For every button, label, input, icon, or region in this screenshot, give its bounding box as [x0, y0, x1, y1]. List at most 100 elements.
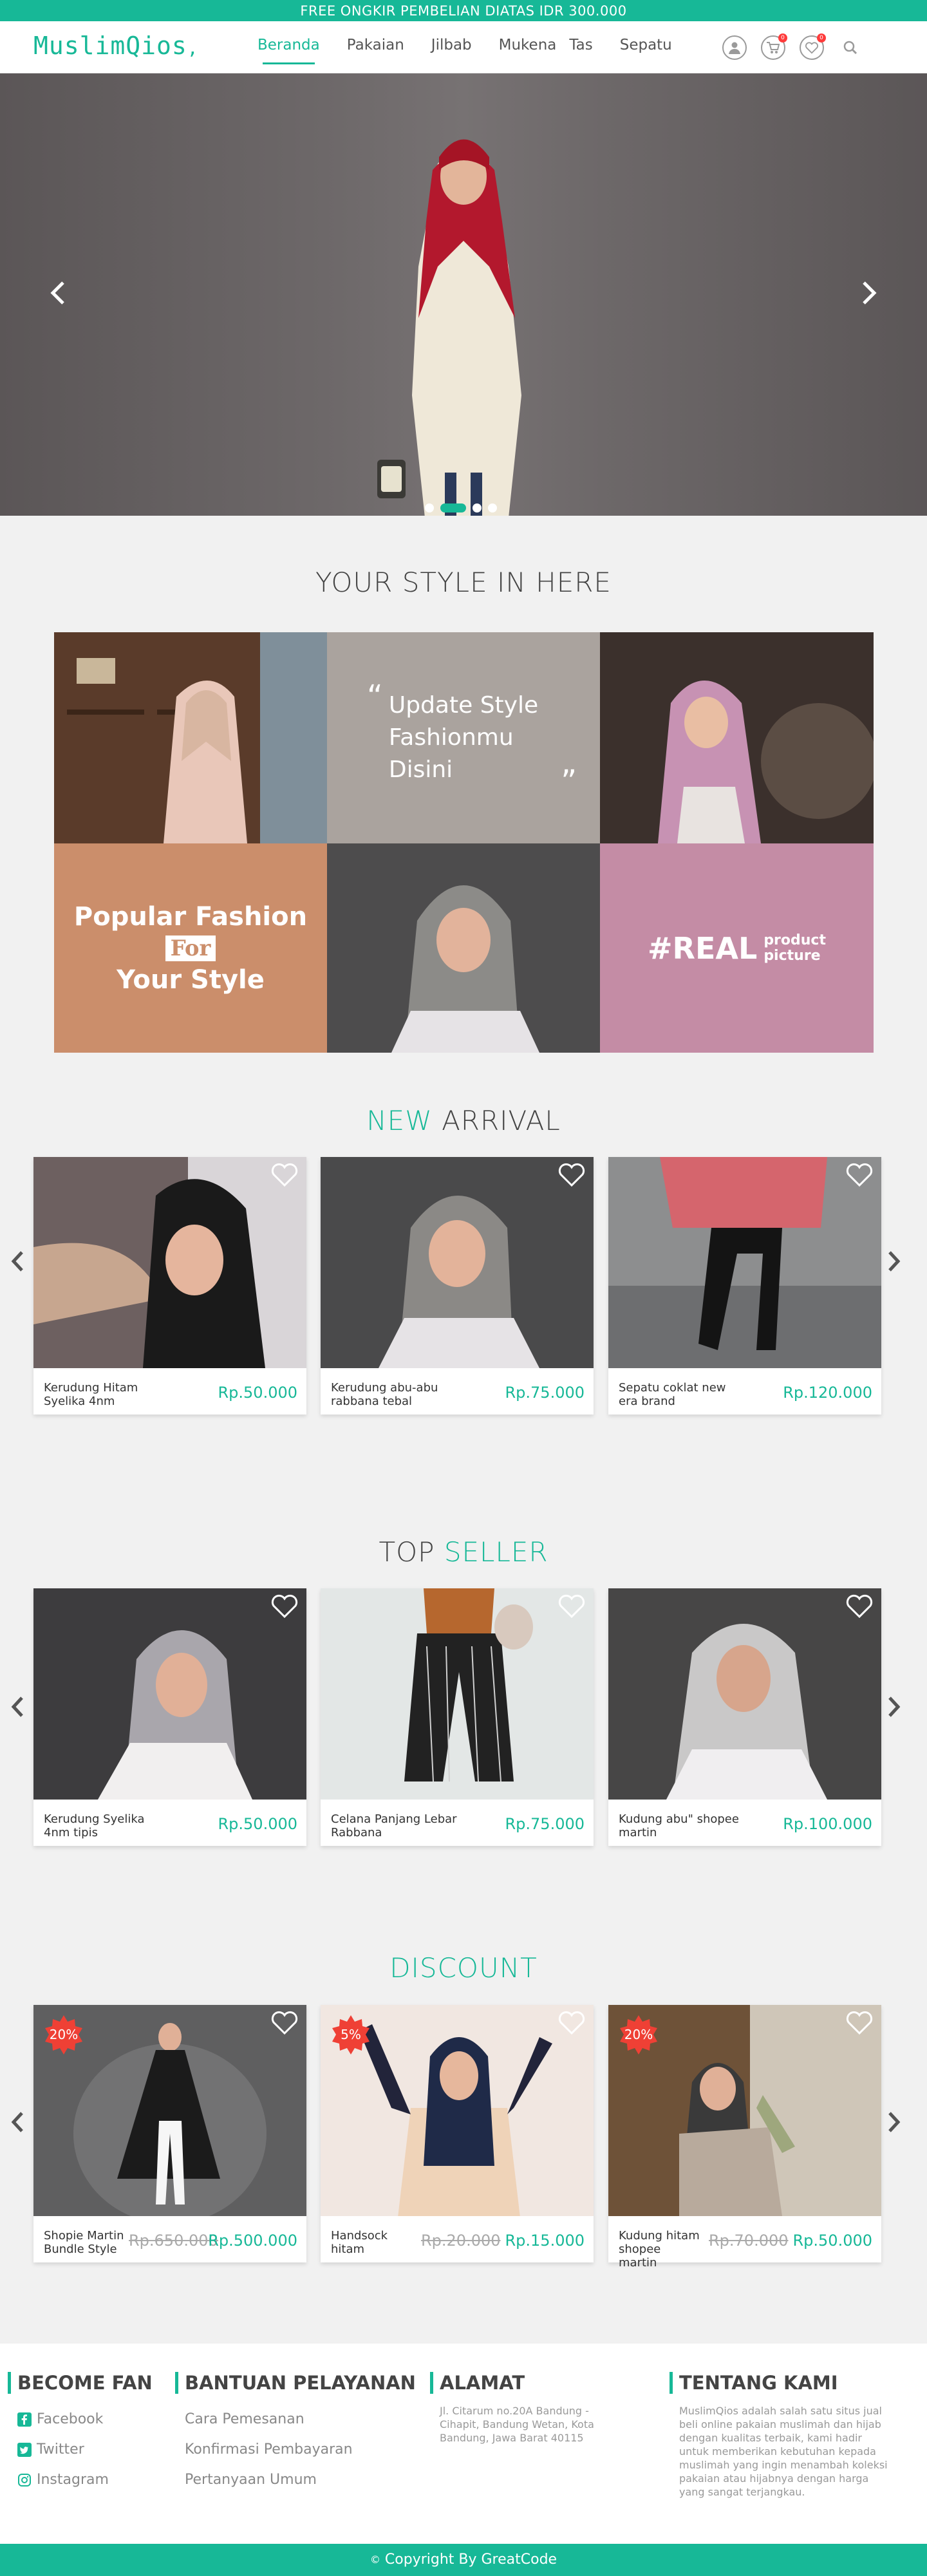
footer-address: ALAMAT Jl. Citarum no.20A Bandung - Ciha…: [430, 2372, 610, 2445]
product-image: [321, 1588, 594, 1800]
style-photo-2: [600, 632, 874, 843]
menu-item-beranda[interactable]: Beranda: [258, 21, 320, 73]
product-card[interactable]: Kerudung Hitam Syelika 4nm Rp.50.000: [33, 1157, 306, 1415]
top-seller-prev-arrow[interactable]: [8, 1694, 27, 1720]
facebook-link[interactable]: Facebook: [8, 2404, 162, 2434]
instagram-link[interactable]: Instagram: [8, 2465, 162, 2495]
promo-text: FREE ONGKIR PEMBELIAN DIATAS IDR 300.000: [300, 3, 627, 19]
discount-title-text: DISCOUNT: [389, 1952, 538, 1984]
product-old-price: Rp.20.000: [421, 2232, 501, 2250]
nav-icons: 0 0: [722, 33, 863, 60]
hero-next-arrow[interactable]: [857, 277, 881, 309]
pertanyaan-umum-link[interactable]: Pertanyaan Umum: [175, 2465, 420, 2495]
product-price: Rp.50.000: [218, 1384, 297, 1402]
product-name[interactable]: Kudung hitam shopee martin: [619, 2229, 702, 2270]
product-name[interactable]: Celana Panjang Lebar Rabbana: [331, 1812, 460, 1839]
cart-badge: 0: [778, 33, 787, 42]
product-card[interactable]: Celana Panjang Lebar Rabbana Rp.75.000: [321, 1588, 594, 1846]
heart-icon[interactable]: [557, 1594, 586, 1619]
product-card[interactable]: 20% Kudung hitam shopee martin Rp.70.000…: [608, 2005, 881, 2270]
product-name[interactable]: Kerudung Hitam Syelika 4nm: [44, 1381, 173, 1408]
popular-line-3: Your Style: [117, 964, 265, 995]
menu-item-jilbab[interactable]: Jilbab: [431, 21, 472, 73]
real-sub: product picture: [763, 932, 826, 964]
discount-badge-text: 20%: [624, 2027, 653, 2042]
menu-item-pakaian[interactable]: Pakaian: [347, 21, 404, 73]
discount-badge-text: 5%: [341, 2027, 361, 2042]
product-card[interactable]: 20% Shopie Martin Bundle Style Rp.650.00…: [33, 2005, 306, 2262]
top-seller-title: TOP SELLER: [0, 1536, 927, 1568]
footer-fan: BECOME FAN Facebook Twitter Instagram: [8, 2372, 162, 2495]
main-menu: Beranda Pakaian Jilbab Mukena Tas Sepatu: [258, 21, 699, 73]
new-arrival-rest: ARRIVAL: [442, 1105, 561, 1136]
footer-service: BANTUAN PELAYANAN Cara Pemesanan Konfirm…: [175, 2372, 420, 2495]
product-old-price: Rp.650.000: [129, 2232, 218, 2250]
heart-icon[interactable]: [270, 1594, 299, 1619]
top-seller-rest: TOP: [379, 1536, 435, 1568]
menu-item-mukena[interactable]: Mukena: [499, 21, 557, 73]
hero-dots: [425, 503, 497, 512]
footer: BECOME FAN Facebook Twitter Instagram BA…: [0, 2344, 927, 2544]
footer-address-title: ALAMAT: [430, 2372, 610, 2394]
product-card[interactable]: Sepatu coklat new era brand Rp.120.000: [608, 1157, 881, 1415]
twitter-link[interactable]: Twitter: [8, 2434, 162, 2465]
style-grid: “ Update Style Fashionmu Disini ” Popula…: [54, 632, 874, 1053]
product-image: [33, 1157, 306, 1368]
heart-icon[interactable]: [845, 2010, 874, 2036]
menu-item-tas[interactable]: Tas: [569, 21, 592, 73]
hero-prev-arrow[interactable]: [46, 277, 70, 309]
discount-badge: 20%: [617, 2014, 660, 2056]
twitter-label: Twitter: [37, 2441, 84, 2458]
top-seller-row: Kerudung Syelika 4nm tipis Rp.50.000 Cel…: [0, 1588, 927, 1846]
search-icon[interactable]: [838, 35, 863, 60]
popular-line-1: Popular Fashion: [73, 901, 308, 932]
konfirmasi-pembayaran-link[interactable]: Konfirmasi Pembayaran: [175, 2434, 420, 2465]
copyright-text: Copyright By GreatCode: [384, 2552, 557, 2568]
new-arrival-next-arrow[interactable]: [885, 1248, 904, 1274]
product-image: [608, 1157, 881, 1368]
product-name[interactable]: Handsock hitam: [331, 2229, 415, 2256]
top-seller-next-arrow[interactable]: [885, 1694, 904, 1720]
product-name[interactable]: Kerudung Syelika 4nm tipis: [44, 1812, 173, 1839]
product-card[interactable]: 5% Handsock hitam Rp.20.000 Rp.15.000: [321, 2005, 594, 2262]
product-price: Rp.120.000: [783, 1384, 872, 1402]
heart-icon[interactable]: [845, 1162, 874, 1188]
logo[interactable]: MuslimQios,: [33, 32, 199, 60]
instagram-label: Instagram: [37, 2472, 109, 2488]
hero-dot[interactable]: [425, 503, 434, 512]
cart-icon[interactable]: 0: [761, 33, 787, 60]
product-name[interactable]: Sepatu coklat new era brand: [619, 1381, 747, 1408]
popular-tile: Popular Fashion For Your Style: [54, 843, 327, 1053]
discount-next-arrow[interactable]: [885, 2109, 904, 2135]
footer-about-text: MuslimQios adalah salah satu situs jual …: [679, 2405, 888, 2498]
quote-open: “: [366, 679, 383, 715]
cara-pemesanan-link[interactable]: Cara Pemesanan: [175, 2404, 420, 2434]
wishlist-icon[interactable]: 0: [800, 33, 826, 60]
discount-badge: 20%: [42, 2014, 85, 2056]
heart-icon[interactable]: [845, 1594, 874, 1619]
product-image: [33, 1588, 306, 1800]
real-tile: #REAL product picture: [600, 843, 874, 1053]
discount-prev-arrow[interactable]: [8, 2109, 27, 2135]
user-icon[interactable]: [722, 35, 747, 60]
product-name[interactable]: Kerudung abu-abu rabbana tebal: [331, 1381, 460, 1408]
heart-icon[interactable]: [270, 1162, 299, 1188]
hero-dot-active[interactable]: [440, 503, 466, 512]
heart-icon[interactable]: [557, 2010, 586, 2036]
footer-fan-title: BECOME FAN: [8, 2372, 162, 2394]
heart-icon[interactable]: [270, 2010, 299, 2036]
product-card[interactable]: Kudung abu" shopee martin Rp.100.000: [608, 1588, 881, 1846]
heart-icon[interactable]: [557, 1162, 586, 1188]
menu-item-sepatu[interactable]: Sepatu: [620, 21, 672, 73]
product-card[interactable]: Kerudung abu-abu rabbana tebal Rp.75.000: [321, 1157, 594, 1415]
facebook-icon: [17, 2412, 32, 2427]
product-price: Rp.50.000: [218, 1815, 297, 1833]
product-card[interactable]: Kerudung Syelika 4nm tipis Rp.50.000: [33, 1588, 306, 1846]
product-name[interactable]: Shopie Martin Bundle Style: [44, 2229, 127, 2256]
hero-dot[interactable]: [488, 503, 497, 512]
new-arrival-prev-arrow[interactable]: [8, 1248, 27, 1274]
quote-line-1: Update Style: [388, 692, 539, 719]
product-old-price: Rp.70.000: [709, 2232, 789, 2250]
hero-dot[interactable]: [473, 503, 482, 512]
product-name[interactable]: Kudung abu" shopee martin: [619, 1812, 747, 1839]
